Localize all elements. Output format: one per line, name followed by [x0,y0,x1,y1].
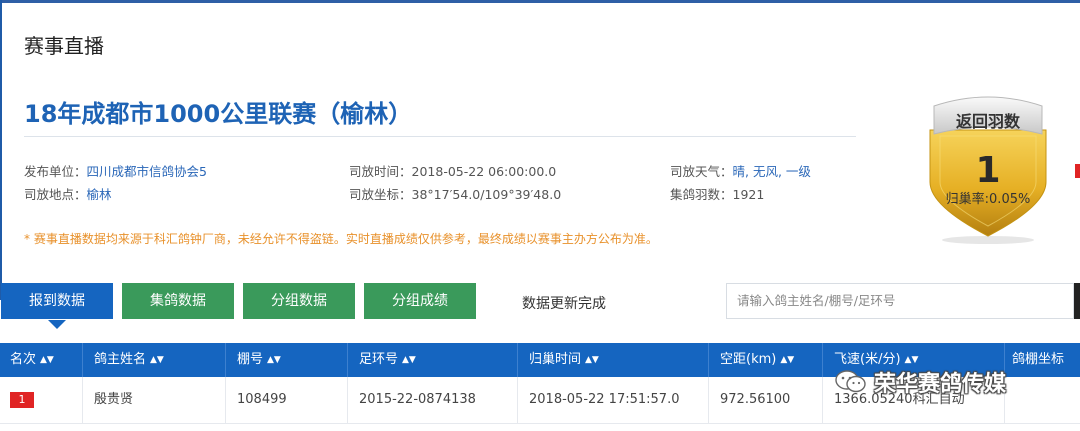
column-header-ring[interactable]: 足环号 ▲▼ [359,343,416,377]
release-time-info: 司放时间：2018-05-22 06:00:00.0 [349,161,556,180]
birds-label: 集鸽羽数： [670,187,733,202]
cell-ring: 2015-22-0874138 [359,392,476,407]
column-separator [517,343,518,377]
location-info: 司放地点：榆林 [24,184,112,203]
coords-label: 司放坐标： [349,187,412,202]
publisher-info: 发布单位：四川成都市信鸽协会5 [24,161,207,180]
watermark-text: 荣华赛鸽传媒 [874,372,1007,397]
row-separator [225,377,226,423]
column-separator [822,343,823,377]
cell-loft: 108499 [237,392,287,407]
column-header-rank[interactable]: 名次 ▲▼ [10,343,54,377]
cell-owner: 殷贵贤 [94,392,134,407]
sort-icon: ▲▼ [40,355,54,365]
search-button-edge[interactable] [1074,283,1080,319]
medal-label: 返回羽数 [955,112,1020,131]
return-count-medal: 返回羽数 1 归巢率:0.05% [918,86,1058,246]
row-separator [517,377,518,423]
sort-icon: ▲▼ [780,355,795,365]
column-header-loft-coords[interactable]: 鸽棚坐标 [1012,343,1064,377]
disclaimer-notice: * 赛事直播数据均来源于科汇鸽钟厂商，未经允许不得盗链。实时直播成绩仅供参考，最… [24,232,658,246]
column-separator [225,343,226,377]
release-time-label: 司放时间： [349,164,412,179]
row-separator [708,377,709,423]
row-separator [347,377,348,423]
tab-group-results[interactable]: 分组成绩 [364,283,476,319]
birds-value: 1921 [732,187,765,202]
title-divider [24,136,856,137]
cell-distance: 972.56100 [720,392,791,407]
column-separator [708,343,709,377]
update-status: 数据更新完成 [522,296,606,312]
column-header-owner[interactable]: 鸽主姓名 ▲▼ [94,343,164,377]
sort-icon: ▲▼ [267,355,281,365]
publisher-value: 四川成都市信鸽协会5 [86,164,207,179]
watermark: 荣华赛鸽传媒 [834,366,1006,398]
weather-label: 司放天气： [670,164,733,179]
coords-info: 司放坐标：38°17′54.0/109°39′48.0 [349,184,561,203]
return-rate: 归巢率:0.05% [945,192,1031,207]
red-edge-marker [1075,164,1080,178]
top-accent-bar [0,0,1080,3]
weather-info: 司放天气：晴, 无风, 一级 [670,161,811,180]
sort-icon: ▲▼ [585,355,599,365]
sort-icon: ▲▼ [402,355,416,365]
tab-report-data[interactable]: 报到数据 [1,283,113,319]
location-value: 榆林 [86,187,112,202]
race-title: 18年成都市1000公里联赛（榆林） [24,100,413,128]
column-header-loft[interactable]: 棚号 ▲▼ [237,343,281,377]
sort-icon: ▲▼ [904,355,919,365]
weather-value: 晴, 无风, 一级 [732,164,811,179]
publisher-label: 发布单位： [24,164,87,179]
location-label: 司放地点： [24,187,87,202]
active-tab-caret [48,320,66,329]
column-separator [347,343,348,377]
column-separator [82,343,83,377]
cell-rank: 1 [10,377,34,423]
rank-badge: 1 [10,391,34,408]
left-accent-edge [0,0,2,300]
release-time-value: 2018-05-22 06:00:00.0 [411,164,557,179]
medal-count: 1 [975,150,1001,191]
row-separator [82,377,83,423]
search-input[interactable]: 请输入鸽主姓名/棚号/足环号 [726,283,1074,319]
column-header-distance[interactable]: 空距(km) ▲▼ [720,343,794,377]
tab-group-data[interactable]: 分组数据 [243,283,355,319]
column-header-arrival[interactable]: 归巢时间 ▲▼ [529,343,599,377]
cell-arrival: 2018-05-22 17:51:57.0 [529,392,680,407]
tab-collection-data[interactable]: 集鸽数据 [122,283,234,319]
coords-value: 38°17′54.0/109°39′48.0 [411,187,562,202]
row-separator [822,377,823,423]
sort-icon: ▲▼ [150,355,164,365]
birds-info: 集鸽羽数：1921 [670,184,764,203]
section-title: 赛事直播 [24,34,104,58]
wechat-icon [834,369,868,395]
